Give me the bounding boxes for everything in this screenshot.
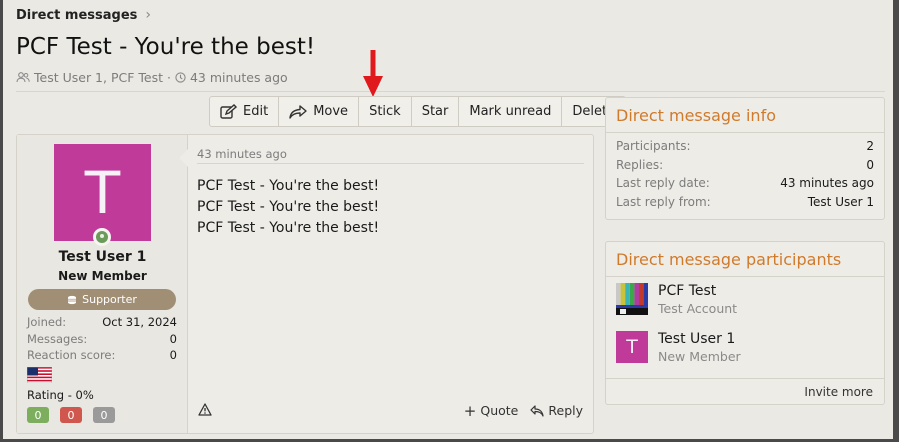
banner-label: Supporter <box>82 293 137 306</box>
thread-time[interactable]: 43 minutes ago <box>190 70 288 85</box>
thread-toolbar: Edit Move Stick Star Mark unread Delete <box>209 96 627 127</box>
stick-button[interactable]: Stick <box>359 97 412 126</box>
quote-button[interactable]: + Quote <box>464 403 519 418</box>
online-status-icon <box>93 228 111 246</box>
coins-icon <box>68 295 77 304</box>
red-arrow-icon <box>363 50 383 97</box>
stat-value: 0 <box>169 348 177 362</box>
quote-label: Quote <box>480 403 519 418</box>
breadcrumb-link[interactable]: Direct messages <box>16 8 137 23</box>
info-value: 2 <box>866 139 874 153</box>
edit-button[interactable]: Edit <box>210 97 280 126</box>
thread-meta: Test User 1, PCF Test · 43 minutes ago <box>16 70 288 85</box>
users-icon <box>16 72 30 83</box>
info-row-replies: Replies: 0 <box>616 158 874 177</box>
rating-label: Rating - 0% <box>27 388 94 402</box>
supporter-banner: Supporter <box>28 289 176 310</box>
us-flag-icon <box>27 367 52 383</box>
chevron-right-icon: › <box>145 7 152 23</box>
mark-unread-label: Mark unread <box>469 104 552 119</box>
participants-link[interactable]: Test User 1, PCF Test <box>34 70 163 85</box>
stat-label: Reaction score: <box>27 348 116 362</box>
stat-messages: Messages: 0 <box>27 332 177 349</box>
post-user-cell: T Test User 1 New Member Supporter Joine… <box>17 135 188 433</box>
dm-participants-block: Direct message participants PCF Test Tes… <box>605 241 885 405</box>
message-line: PCF Test - You're the best! <box>197 178 380 194</box>
avatar[interactable]: T <box>54 144 151 241</box>
negative-rating-badge: 0 <box>60 407 82 423</box>
invite-more-button[interactable]: Invite more <box>606 378 884 404</box>
share-arrow-icon <box>289 104 307 119</box>
participant-item[interactable]: PCF Test Test Account <box>606 283 884 331</box>
report-warning-icon[interactable] <box>198 403 212 416</box>
stat-value: 0 <box>169 331 177 346</box>
breadcrumb[interactable]: Direct messages › <box>16 7 151 23</box>
info-label: Participants: <box>616 139 691 153</box>
message-line: PCF Test - You're the best! <box>197 199 380 215</box>
dm-info-title: Direct message info <box>606 98 884 133</box>
reply-icon <box>530 404 544 417</box>
dm-info-block: Direct message info Participants: 2 Repli… <box>605 97 885 220</box>
post-message-cell: 43 minutes ago PCF Test - You're the bes… <box>179 135 593 433</box>
message-pointer <box>179 149 188 167</box>
edit-label: Edit <box>243 104 269 119</box>
info-value: 0 <box>866 157 874 172</box>
meta-separator: · <box>167 70 171 85</box>
star-button[interactable]: Star <box>412 97 460 126</box>
rating-badges: 0 0 0 <box>27 407 115 423</box>
reply-button[interactable]: Reply <box>530 403 583 418</box>
info-row-last-reply-date: Last reply date: 43 minutes ago <box>616 176 874 195</box>
info-label: Replies: <box>616 157 664 172</box>
star-label: Star <box>421 104 449 119</box>
post-actions: + Quote Reply <box>464 403 583 418</box>
reply-label: Reply <box>548 403 583 418</box>
move-button[interactable]: Move <box>279 97 360 126</box>
info-row-last-reply-from: Last reply from: Test User 1 <box>616 195 874 214</box>
test-pattern-avatar[interactable] <box>616 283 648 315</box>
clock-icon <box>175 72 186 83</box>
participant-list: PCF Test Test Account T Test User 1 New … <box>606 277 884 379</box>
stat-label: Messages: <box>27 331 88 346</box>
info-label: Last reply date: <box>616 176 710 190</box>
invite-label: Invite more <box>804 384 873 399</box>
stat-joined: Joined: Oct 31, 2024 <box>27 315 177 332</box>
stat-label: Joined: <box>27 315 67 329</box>
info-value: 43 minutes ago <box>780 176 874 190</box>
move-label: Move <box>313 104 349 119</box>
avatar-letter: T <box>626 336 638 358</box>
info-label: Last reply from: <box>616 194 711 209</box>
divider <box>197 163 584 164</box>
stick-label: Stick <box>369 104 401 119</box>
mark-unread-button[interactable]: Mark unread <box>459 97 563 126</box>
positive-rating-badge: 0 <box>27 407 49 423</box>
avatar-letter: T <box>84 158 121 227</box>
participant-item[interactable]: T Test User 1 New Member <box>606 331 884 379</box>
participant-title: New Member <box>658 349 741 364</box>
message-post: T Test User 1 New Member Supporter Joine… <box>16 134 594 434</box>
info-value[interactable]: Test User 1 <box>808 195 874 214</box>
participant-name[interactable]: PCF Test <box>658 283 737 299</box>
message-line: PCF Test - You're the best! <box>197 220 380 236</box>
edit-icon <box>220 104 237 119</box>
neutral-rating-badge: 0 <box>93 407 115 423</box>
avatar[interactable]: T <box>616 331 648 363</box>
divider <box>16 91 885 92</box>
user-title: New Member <box>58 269 147 283</box>
info-row-participants: Participants: 2 <box>616 139 874 158</box>
stat-value: Oct 31, 2024 <box>102 315 177 329</box>
plus-icon: + <box>463 401 477 420</box>
page-title: PCF Test - You're the best! <box>16 34 316 60</box>
username[interactable]: Test User 1 <box>17 249 188 265</box>
stat-reaction-score: Reaction score: 0 <box>27 348 177 365</box>
dm-participants-title: Direct message participants <box>606 242 884 277</box>
user-stats: Joined: Oct 31, 2024 Messages: 0 Reaction … <box>27 315 177 365</box>
participant-name[interactable]: Test User 1 <box>658 331 741 347</box>
post-time[interactable]: 43 minutes ago <box>197 147 287 161</box>
message-body: PCF Test - You're the best! PCF Test - Y… <box>197 176 379 239</box>
dm-info-rows: Participants: 2 Replies: 0 Last reply date… <box>606 133 884 213</box>
participant-title: Test Account <box>658 301 738 316</box>
